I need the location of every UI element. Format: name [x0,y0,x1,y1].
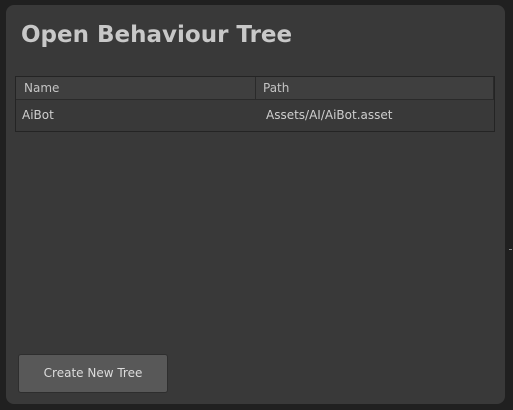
column-header-name[interactable]: Name [16,77,256,99]
table-header: Name Path [16,77,494,100]
row-path-cell: Assets/AI/AiBot.asset [266,108,393,122]
open-behaviour-tree-dialog: Open Behaviour Tree Name Path AiBot Asse… [6,5,505,404]
tree-list-table: Name Path AiBot Assets/AI/AiBot.asset [15,76,495,132]
column-header-path[interactable]: Path [256,77,494,99]
dialog-title: Open Behaviour Tree [21,22,293,48]
create-new-tree-button[interactable]: Create New Tree [18,354,168,393]
row-name-cell: AiBot [22,108,54,122]
window-edge-marker [509,249,512,250]
table-row[interactable]: AiBot Assets/AI/AiBot.asset [16,100,494,131]
